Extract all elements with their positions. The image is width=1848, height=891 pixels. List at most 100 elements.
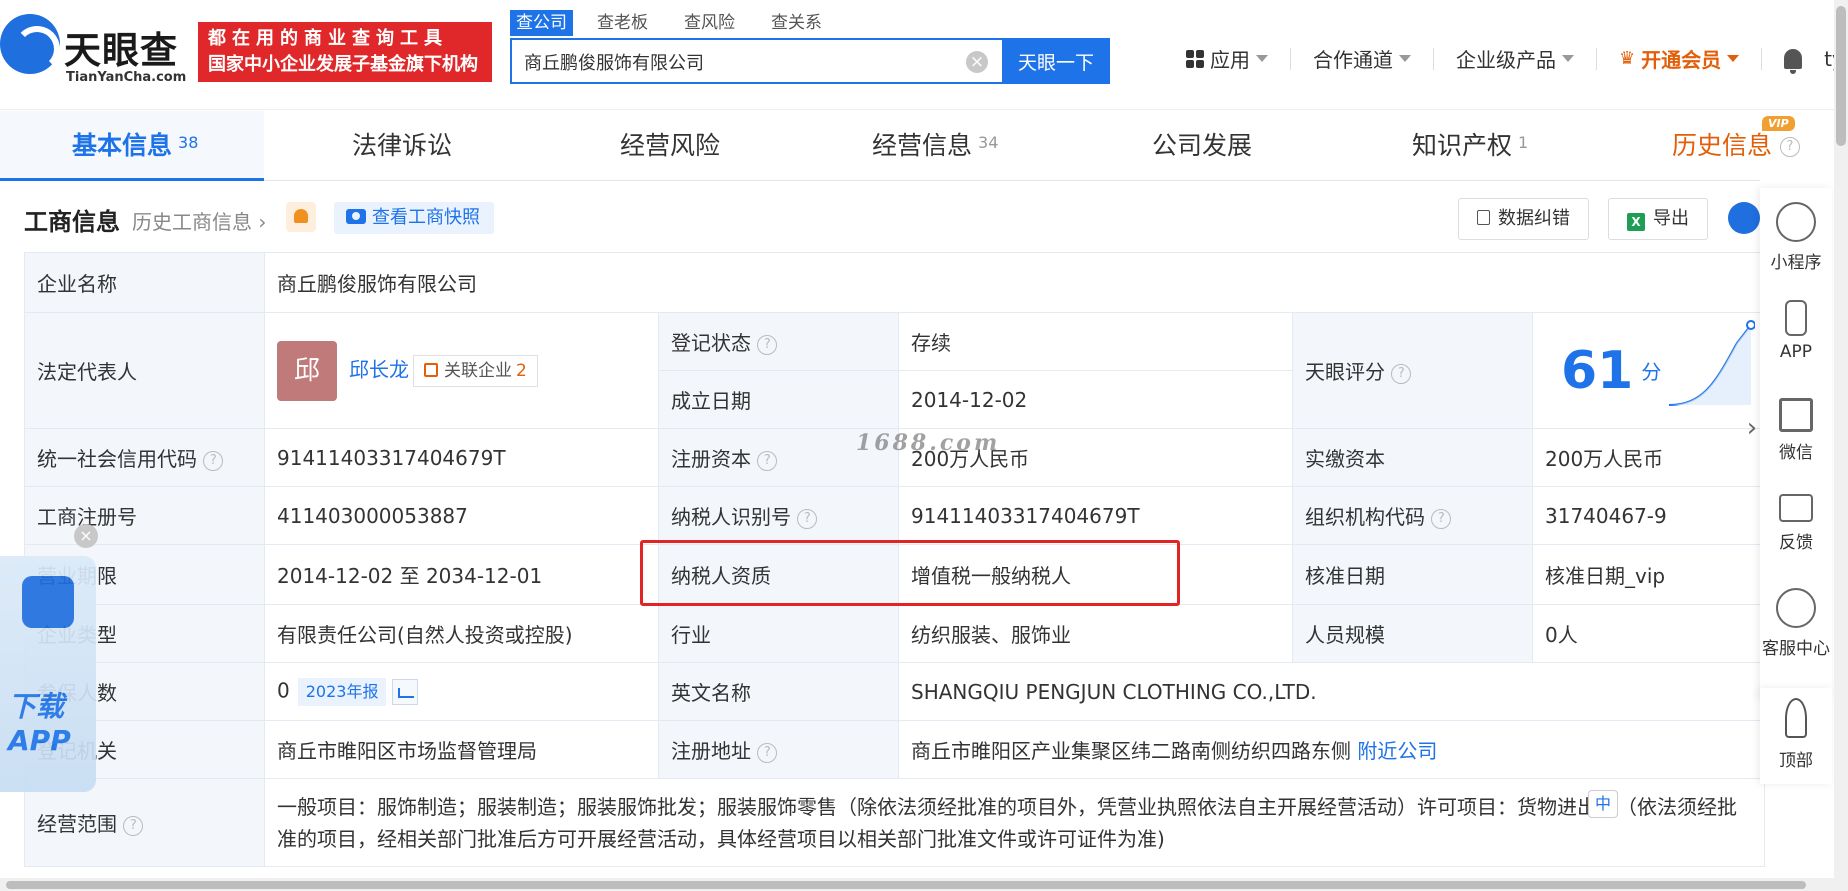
help-icon[interactable]: ?: [1391, 363, 1412, 384]
divider: [1761, 47, 1763, 70]
help-icon[interactable]: ?: [1779, 137, 1800, 157]
tab-search-company[interactable]: 查公司: [510, 10, 573, 36]
data-correct-label: 数据纠错: [1498, 208, 1570, 229]
back-to-top-label: 顶部: [1779, 751, 1813, 771]
sidebar-item-app[interactable]: APP: [1760, 300, 1832, 362]
approve-date-value: 核准日期_vip: [1532, 544, 1765, 605]
tab-ip-label: 知识产权: [1412, 131, 1513, 160]
help-icon[interactable]: ?: [123, 815, 144, 836]
tab-search-risk[interactable]: 查风险: [678, 10, 741, 36]
help-icon[interactable]: ?: [1431, 508, 1452, 529]
sidebar-item-feedback[interactable]: 反馈: [1760, 494, 1832, 553]
scroll-thumb[interactable]: [6, 881, 1806, 889]
clear-icon[interactable]: ×: [966, 51, 988, 73]
reg-status-label: 登记状态: [671, 331, 751, 355]
tab-basic-info-label: 基本信息: [72, 131, 173, 160]
tab-basic-info[interactable]: 基本信息 38: [0, 111, 264, 181]
download-app-widget[interactable]: 下载 APP: [0, 556, 96, 792]
table-row: 经营范围 ? 一般项目：服饰制造；服装制造；服装服饰批发；服装服饰零售（除依法须…: [24, 778, 1765, 867]
tab-basic-info-count: 38: [178, 133, 199, 152]
tab-legal[interactable]: 法律诉讼: [352, 111, 452, 181]
history-business-link[interactable]: 历史工商信息 ›: [132, 206, 266, 235]
camera-icon: [346, 209, 366, 224]
nav-partner[interactable]: 合作通道: [1313, 44, 1411, 73]
company-name-label: 企业名称: [24, 252, 265, 313]
chevron-down-icon: [1727, 55, 1740, 62]
data-correct-button[interactable]: 数据纠错: [1458, 198, 1589, 240]
search-input[interactable]: [524, 49, 954, 75]
reg-status-label-cell: 登记状态 ?: [658, 312, 899, 371]
logo-subtext: TianYanCha.com: [66, 70, 187, 85]
sidebar-item-miniprogram[interactable]: 小程序: [1760, 202, 1832, 273]
scope-label: 经营范围: [37, 812, 117, 836]
help-icon[interactable]: ?: [203, 450, 224, 471]
type-value: 有限责任公司(自然人投资或控股): [264, 604, 659, 663]
ime-indicator[interactable]: 中: [1588, 790, 1619, 818]
credit-code-label-cell: 统一社会信用代码 ?: [24, 428, 265, 487]
tab-development-label: 公司发展: [1152, 131, 1253, 160]
help-icon[interactable]: ?: [797, 508, 818, 529]
export-button[interactable]: X 导出: [1608, 198, 1708, 240]
nav-app[interactable]: 应用: [1186, 44, 1268, 73]
sidebar-item-service[interactable]: 客服中心: [1760, 588, 1832, 659]
org-code-value: 31740467-9: [1532, 486, 1765, 545]
sidebar-item-wechat[interactable]: 微信: [1760, 398, 1832, 463]
snapshot-button[interactable]: 查看工商快照: [334, 202, 494, 234]
scroll-thumb[interactable]: [1836, 6, 1846, 146]
tianyancha-logo[interactable]: 天眼查 TianYanCha.com: [0, 14, 192, 86]
watermark: 1688.com: [856, 430, 1001, 456]
tab-business[interactable]: 经营信息 34: [872, 111, 998, 181]
taxpayer-id-label-cell: 纳税人识别号 ?: [658, 486, 899, 545]
business-info-table: 企业名称 商丘鹏俊服饰有限公司 法定代表人 邱邱长龙 关联企业 2 登记状态 ? 存…: [24, 252, 1765, 867]
help-icon[interactable]: ?: [757, 334, 778, 355]
back-to-top-button[interactable]: 顶部: [1760, 688, 1832, 784]
nav-member[interactable]: ♛ 开通会员: [1619, 44, 1740, 73]
authority-value: 商丘市睢阳区市场监督管理局: [264, 720, 659, 779]
chevron-down-icon: [1256, 55, 1268, 62]
help-icon[interactable]: ?: [757, 742, 778, 763]
nav-enterprise[interactable]: 企业级产品: [1456, 44, 1574, 73]
nav-app-label: 应用: [1210, 48, 1250, 72]
horizontal-scrollbar[interactable]: [0, 878, 1834, 891]
sidebar-item-label: 小程序: [1770, 253, 1822, 273]
header-nav: 应用 合作通道 企业级产品 ♛ 开通会员 tyce...: [1186, 44, 1848, 74]
divider: [1433, 47, 1434, 70]
table-row: 企业名称 商丘鹏俊服饰有限公司: [24, 252, 1765, 313]
slogan-line2: 国家中小企业发展子基金旗下机构: [208, 54, 478, 75]
tab-ip[interactable]: 知识产权 1: [1412, 111, 1528, 181]
subscribe-bell-button[interactable]: [286, 202, 316, 232]
industry-value: 纺织服装、服饰业: [898, 604, 1293, 663]
related-companies-badge[interactable]: 关联企业 2: [413, 354, 538, 387]
bell-icon[interactable]: [1784, 48, 1803, 74]
export-label: 导出: [1653, 208, 1689, 229]
avatar[interactable]: 邱: [277, 340, 337, 401]
chevron-down-icon: [1562, 55, 1574, 62]
score-cell[interactable]: 61 分: [1532, 312, 1765, 429]
related-label: 关联企业: [444, 360, 512, 381]
legal-rep-link[interactable]: 邱长龙: [349, 357, 409, 381]
tab-search-relation[interactable]: 查关系: [765, 10, 828, 36]
table-row: 登记机关 商丘市睢阳区市场监督管理局 注册地址 ? 商丘市睢阳区产业集聚区纬二路…: [24, 720, 1765, 779]
download-label: 下载: [8, 690, 65, 723]
vertical-scrollbar[interactable]: [1834, 0, 1848, 891]
close-icon[interactable]: ×: [74, 524, 98, 548]
credit-code-value: 91411403317404679T: [264, 428, 659, 487]
tab-development[interactable]: 公司发展: [1152, 111, 1252, 181]
tab-search-boss[interactable]: 查老板: [591, 10, 654, 36]
tab-history-label: 历史信息: [1672, 131, 1773, 160]
org-code-label: 组织机构代码: [1305, 505, 1425, 529]
nearby-companies-link[interactable]: 附近公司: [1357, 739, 1437, 763]
sidebar-item-label: 微信: [1779, 443, 1813, 463]
tab-risk[interactable]: 经营风险: [620, 111, 720, 181]
help-icon[interactable]: ?: [757, 450, 778, 471]
trend-chart-icon[interactable]: [392, 678, 419, 705]
qrcode-icon: [1779, 398, 1813, 432]
address-label-cell: 注册地址 ?: [658, 720, 899, 779]
sidebar-item-label: 客服中心: [1762, 639, 1830, 659]
score-curve-icon: [1668, 320, 1755, 406]
legal-rep-cell: 邱邱长龙 关联企业 2: [264, 312, 659, 429]
search-button[interactable]: 天眼一下: [1002, 38, 1110, 84]
partner-logo-icon[interactable]: [1728, 202, 1760, 234]
insured-year-button[interactable]: 2023年报: [297, 677, 387, 706]
insured-cell: 0 2023年报: [264, 662, 659, 721]
